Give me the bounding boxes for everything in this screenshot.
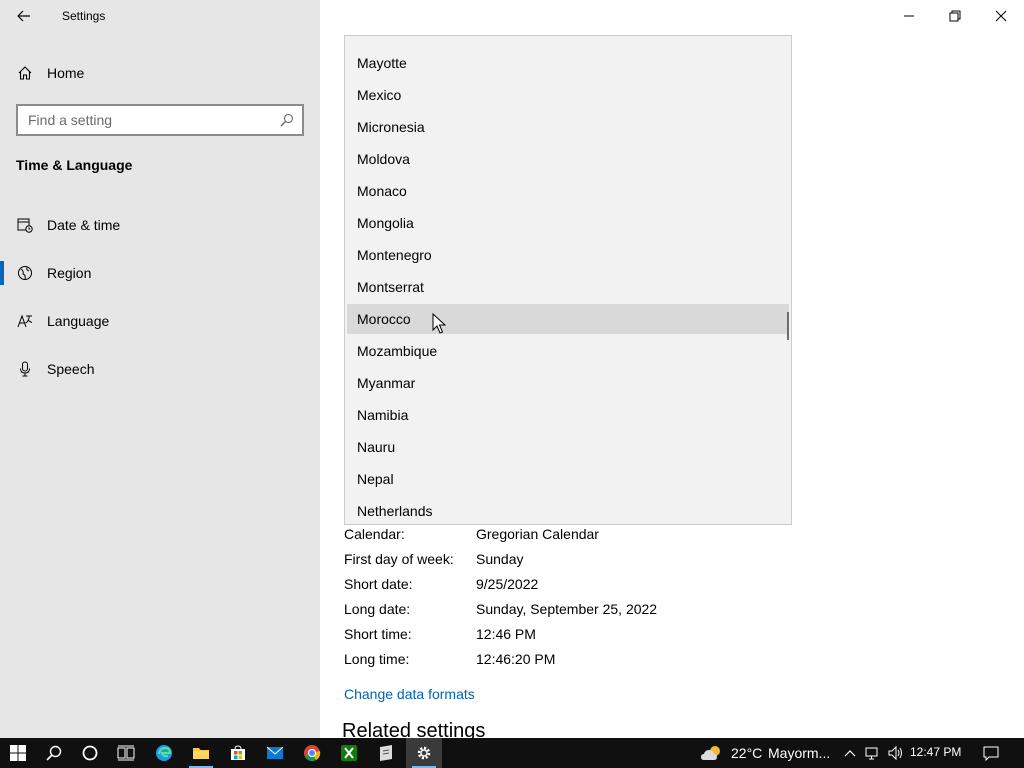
sidebar-item-label: Speech [47,361,95,377]
change-data-formats-link[interactable]: Change data formats [344,686,475,702]
section-title: Time & Language [16,157,133,173]
detail-value: 12:46 PM [476,626,536,642]
store-icon [231,745,245,760]
sidebar-item-language[interactable]: Language [0,301,320,341]
task-view-button[interactable] [108,738,144,768]
detail-label: Long date: [344,601,411,617]
store-button[interactable] [220,738,256,768]
search-icon [46,745,62,761]
detail-value: 12:46:20 PM [476,651,556,667]
notifications-button[interactable] [976,738,1006,768]
minimize-button[interactable] [886,0,932,32]
sidebar-item-region[interactable]: Region [0,253,320,293]
task-view-icon [117,745,135,761]
app-tile-icon [380,745,392,761]
detail-label: First day of week: [344,551,454,567]
dropdown-item[interactable]: Moldova [347,144,789,174]
cortana-icon [82,745,98,761]
dropdown-item[interactable]: Mexico [347,80,789,110]
restore-icon [949,10,961,22]
dropdown-item[interactable]: Mayotte [347,48,789,78]
gear-icon [417,746,431,760]
weather-location[interactable]: Mayorm... [768,745,830,761]
detail-label: Short date: [344,576,413,592]
home-nav-item[interactable]: Home [0,56,320,90]
language-icon [17,314,33,328]
dropdown-item[interactable]: Nepal [347,464,789,494]
dropdown-scrollbar[interactable] [787,312,789,340]
app-button[interactable] [368,738,404,768]
dropdown-item[interactable]: Mongolia [347,208,789,238]
volume-icon [888,746,902,760]
windows-logo-icon [10,745,26,761]
notification-icon [983,746,999,761]
cortana-button[interactable] [72,738,108,768]
detail-label: Calendar: [344,526,405,542]
restore-button[interactable] [932,0,978,32]
dropdown-item[interactable]: Monaco [347,176,789,206]
app-title: Settings [62,9,106,23]
home-icon [18,66,32,80]
start-button[interactable] [0,738,36,768]
back-arrow-icon [17,10,30,22]
xbox-icon [341,745,357,761]
home-label: Home [47,65,85,81]
volume-button[interactable] [885,738,907,768]
settings-taskbar-button[interactable] [406,738,442,768]
minimize-icon [904,15,914,17]
weather-temperature[interactable]: 22°C [731,745,762,761]
detail-value: Sunday, September 25, 2022 [476,601,658,617]
search-input[interactable]: Find a setting [16,104,304,136]
detail-label: Short time: [344,626,412,642]
chevron-up-icon [844,750,856,757]
sidebar-item-label: Date & time [47,217,121,233]
search-placeholder: Find a setting [28,112,113,128]
chrome-icon [304,745,321,762]
xbox-button[interactable] [331,738,367,768]
selection-indicator [0,261,4,285]
sidebar-item-label: Region [47,265,92,281]
detail-value: 9/25/2022 [476,576,539,592]
detail-value: Gregorian Calendar [476,526,599,542]
detail-value: Sunday [476,551,524,567]
edge-icon [156,745,172,761]
dropdown-item-hovered[interactable]: Morocco [347,304,789,334]
dropdown-item[interactable]: Mozambique [347,336,789,366]
microphone-icon [20,361,30,377]
edge-app-button[interactable] [146,738,182,768]
search-icon [280,113,294,127]
mail-button[interactable] [257,738,293,768]
detail-label: Long time: [344,651,410,667]
sidebar-item-speech[interactable]: Speech [0,349,320,389]
chrome-button[interactable] [294,738,330,768]
close-button[interactable] [978,0,1024,32]
show-hidden-icons-button[interactable] [840,738,860,768]
dropdown-item[interactable]: Namibia [347,400,789,430]
dropdown-item[interactable]: Netherlands [347,496,789,524]
dropdown-item[interactable]: Montserrat [347,272,789,302]
sidebar-item-date-time[interactable]: Date & time [0,205,320,245]
taskbar: 22°C Mayorm... 12:47 PM [0,738,1024,768]
folder-icon [193,748,209,759]
mail-icon [266,746,284,759]
back-button[interactable] [10,4,38,28]
close-icon [995,10,1007,22]
date-time-icon [17,218,33,233]
region-icon [18,266,32,280]
dropdown-item[interactable]: Micronesia [347,112,789,142]
network-button[interactable] [862,738,884,768]
network-icon [865,747,878,760]
file-explorer-button[interactable] [183,738,219,768]
search-taskbar-button[interactable] [36,738,72,768]
sidebar: Settings Home Find a setting Time & Lang… [0,0,320,738]
weather-cloud-icon [701,746,720,760]
country-dropdown-list[interactable]: Mayotte Mexico Micronesia Moldova Monaco… [344,35,792,525]
sidebar-item-label: Language [47,313,110,329]
dropdown-item[interactable]: Myanmar [347,368,789,398]
dropdown-item[interactable]: Montenegro [347,240,789,270]
dropdown-item[interactable]: Nauru [347,432,789,462]
taskbar-clock[interactable]: 12:47 PM [910,745,961,759]
